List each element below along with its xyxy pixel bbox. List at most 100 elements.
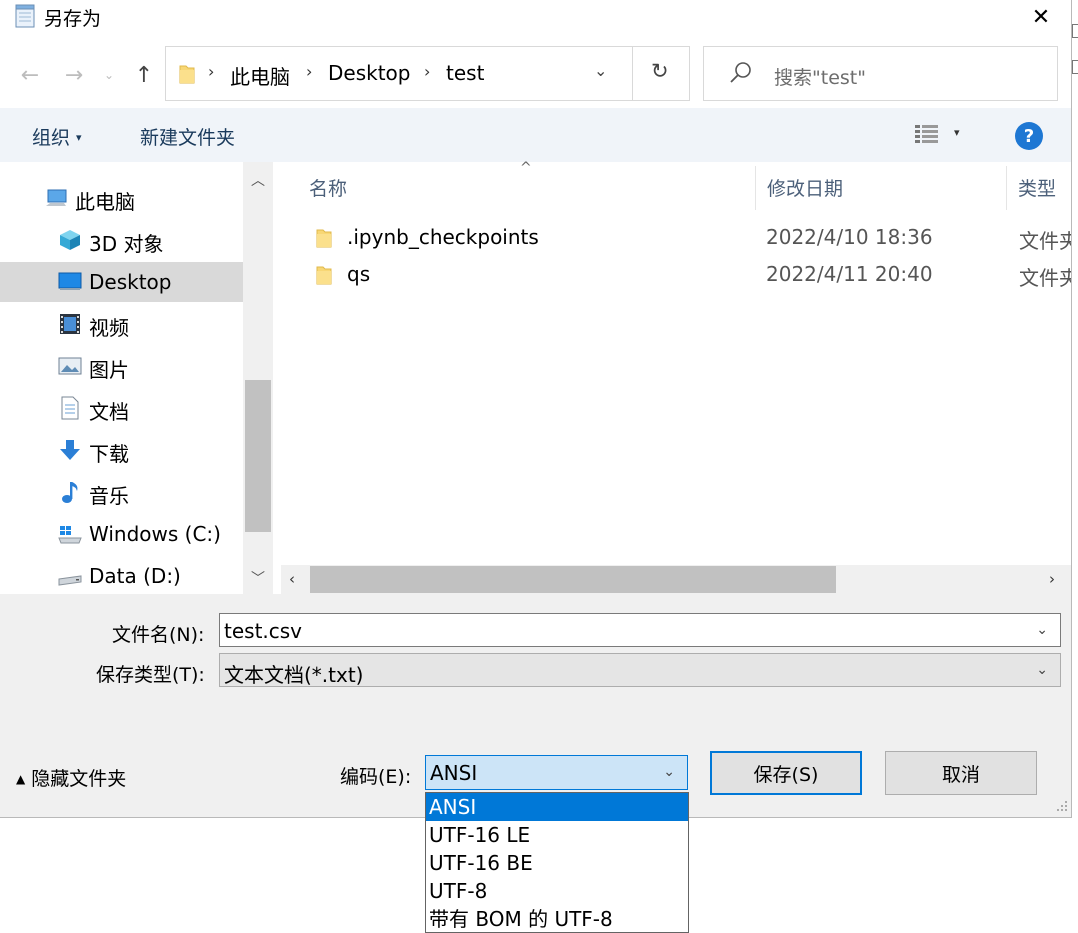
filename-value[interactable]: test.csv — [224, 619, 302, 643]
filename-label: 文件名(N): — [112, 624, 205, 646]
folder-icon — [316, 229, 332, 248]
back-button[interactable]: ← — [15, 58, 45, 92]
file-modified: 2022/4/11 20:40 — [766, 262, 933, 286]
encoding-option-utf16be[interactable]: UTF-16 BE — [426, 849, 688, 877]
collapse-icon: ▲ — [16, 772, 26, 786]
computer-icon — [46, 189, 67, 206]
breadcrumb-separator: › — [424, 62, 431, 81]
nav-label: 音乐 — [89, 484, 129, 508]
notepad-icon — [15, 4, 35, 28]
filetype-select[interactable]: 文本文档(*.txt) ⌄ — [219, 653, 1061, 687]
chevron-down-icon: ⌄ — [103, 68, 115, 82]
background-window-control — [1072, 60, 1078, 74]
close-icon: ✕ — [1031, 4, 1051, 30]
nav-item-data-d[interactable]: Data (D:) — [0, 556, 243, 594]
breadcrumb-separator: › — [306, 62, 313, 81]
help-icon[interactable]: ? — [1015, 122, 1043, 150]
encoding-option-utf8-bom[interactable]: 带有 BOM 的 UTF-8 — [426, 905, 688, 933]
nav-label: 下载 — [89, 442, 129, 466]
file-name: qs — [347, 262, 371, 286]
filename-field[interactable]: test.csv ⌄ — [219, 613, 1061, 647]
drive-icon — [58, 575, 82, 586]
nav-item-downloads[interactable]: 下载 — [0, 430, 243, 470]
address-bar[interactable]: › 此电脑 › Desktop › test ⌄ ↻ — [165, 46, 690, 101]
command-bar: 组织 ▾ 新建文件夹 ▾ — [0, 108, 1071, 162]
navigation-scrollbar[interactable]: ︿ ﹀ — [243, 162, 273, 594]
nav-item-pictures[interactable]: 图片 — [0, 346, 243, 386]
folder-icon — [179, 65, 195, 84]
address-history-icon[interactable]: ⌄ — [594, 61, 607, 80]
column-divider[interactable] — [1006, 166, 1007, 210]
search-input[interactable]: 搜索"test" — [774, 63, 866, 90]
resize-grip-icon[interactable] — [1054, 798, 1068, 812]
organize-label: 组织 — [32, 127, 71, 149]
forward-button[interactable]: → — [59, 58, 89, 92]
system-drive-icon — [58, 526, 82, 544]
up-button[interactable]: ↑ — [129, 58, 159, 92]
scroll-down-icon[interactable]: ﹀ — [251, 568, 265, 588]
organize-button[interactable]: 组织 ▾ — [32, 123, 82, 150]
back-arrow-icon: ← — [20, 62, 40, 88]
forward-arrow-icon: → — [64, 62, 84, 88]
scrollbar-thumb[interactable] — [310, 566, 836, 593]
view-options-icon[interactable] — [914, 124, 940, 144]
document-icon — [61, 396, 79, 420]
scroll-right-icon[interactable]: › — [1049, 570, 1055, 588]
3d-objects-icon — [60, 230, 80, 250]
encoding-option-utf8[interactable]: UTF-8 — [426, 877, 688, 905]
close-button[interactable]: ✕ — [1010, 0, 1071, 34]
save-button[interactable]: 保存(S) — [710, 751, 862, 795]
encoding-select[interactable]: ANSI ⌄ — [425, 755, 688, 790]
nav-label: 3D 对象 — [89, 232, 164, 256]
hide-folders-toggle[interactable]: ▲ 隐藏文件夹 — [16, 764, 126, 791]
column-header-name[interactable]: 名称 — [309, 174, 347, 201]
download-icon — [60, 440, 80, 460]
nav-item-windows-c[interactable]: Windows (C:) — [0, 514, 243, 554]
file-modified: 2022/4/10 18:36 — [766, 225, 933, 249]
folder-icon — [316, 266, 332, 285]
breadcrumb-test[interactable]: test — [446, 61, 484, 85]
nav-item-videos[interactable]: 视频 — [0, 304, 243, 344]
encoding-option-ansi[interactable]: ANSI — [426, 793, 688, 821]
background-window-edge — [1072, 0, 1078, 933]
window-title: 另存为 — [44, 8, 102, 30]
scroll-up-icon[interactable]: ︿ — [251, 170, 265, 190]
file-row[interactable]: qs 2022/4/11 20:40 文件夹 — [277, 257, 1071, 293]
chevron-down-icon: ⌄ — [1036, 662, 1048, 678]
scrollbar-thumb[interactable] — [245, 380, 271, 532]
view-dropdown-icon[interactable]: ▾ — [954, 126, 960, 139]
new-folder-button[interactable]: 新建文件夹 — [140, 123, 235, 150]
nav-item-music[interactable]: 音乐 — [0, 472, 243, 512]
nav-label: Desktop — [89, 270, 172, 294]
chevron-down-icon: ⌄ — [663, 764, 675, 780]
encoding-option-utf16le[interactable]: UTF-16 LE — [426, 821, 688, 849]
divider — [632, 47, 633, 100]
background-window-control — [1072, 24, 1078, 38]
file-row[interactable]: .ipynb_checkpoints 2022/4/10 18:36 文件夹 — [277, 220, 1071, 256]
nav-label: 文档 — [89, 400, 129, 424]
breadcrumb-desktop[interactable]: Desktop — [328, 61, 410, 85]
search-box[interactable]: 搜索"test" — [703, 46, 1058, 101]
column-header-modified[interactable]: 修改日期 — [767, 174, 843, 201]
nav-item-desktop[interactable]: Desktop — [0, 262, 243, 302]
file-list: ^ 名称 修改日期 类型 .ipynb_checkpoints 2022/4/1… — [277, 160, 1071, 594]
breadcrumb-this-pc[interactable]: 此电脑 — [230, 61, 290, 90]
column-divider[interactable] — [755, 166, 756, 210]
nav-label: 图片 — [89, 358, 129, 382]
encoding-value: ANSI — [430, 761, 478, 785]
recent-locations-button[interactable]: ⌄ — [96, 58, 122, 92]
scroll-left-icon[interactable]: ‹ — [289, 570, 295, 588]
chevron-down-icon[interactable]: ⌄ — [1036, 622, 1048, 638]
nav-item-this-pc[interactable]: 此电脑 — [0, 178, 243, 218]
filetype-label: 保存类型(T): — [96, 664, 205, 686]
navigation-pane: 此电脑 3D 对象 Desktop 视频 图片 文档 下载 音乐 Windows… — [0, 162, 243, 594]
nav-item-3d-objects[interactable]: 3D 对象 — [0, 220, 243, 260]
video-icon — [60, 314, 80, 334]
desktop-icon — [58, 272, 82, 290]
file-type: 文件夹 — [1019, 266, 1071, 290]
nav-item-documents[interactable]: 文档 — [0, 388, 243, 428]
cancel-button[interactable]: 取消 — [885, 751, 1037, 795]
horizontal-scrollbar[interactable]: ‹ › — [281, 565, 1071, 594]
refresh-icon[interactable]: ↻ — [651, 59, 669, 83]
column-header-type[interactable]: 类型 — [1018, 174, 1056, 201]
